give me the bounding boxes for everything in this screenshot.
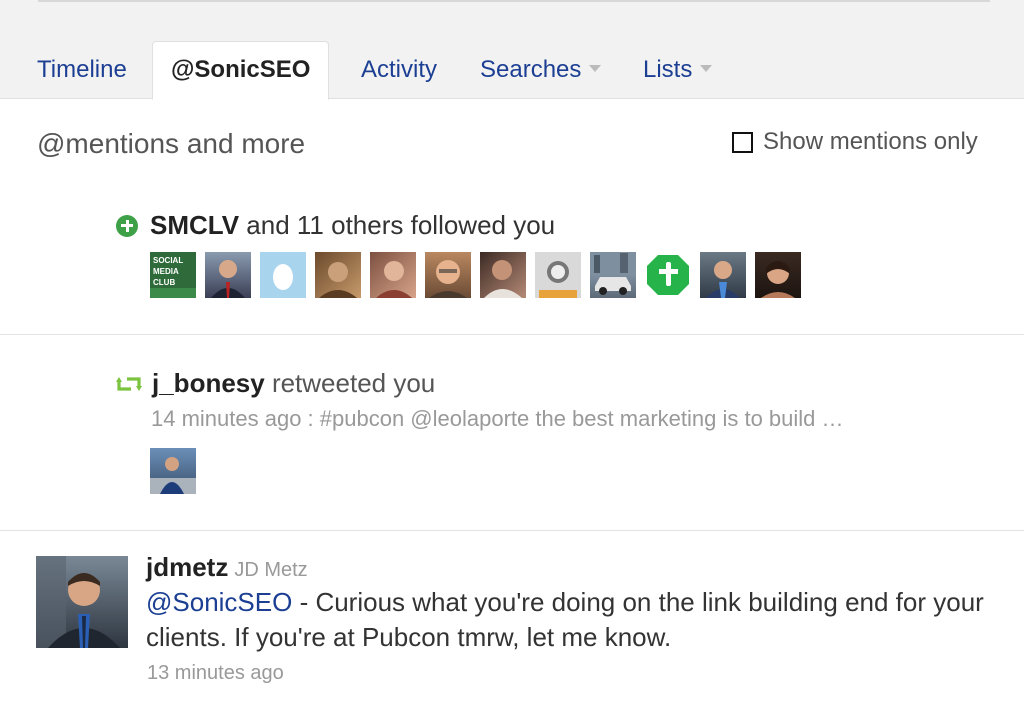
club-logo-line-2: MEDIA [153,267,179,276]
tab-timeline-label: Timeline [37,56,127,83]
tweet-header: jdmetz JD Metz [146,552,308,583]
egg-icon [273,264,293,290]
person-icon [535,252,581,298]
retweet-message: retweeted you [264,368,436,398]
person-icon [211,260,245,298]
follow-notice: SMCLV and 11 others followed you [116,210,555,241]
green-t-logo-icon [647,255,689,295]
tab-mentions-label: @SonicSEO [171,56,311,83]
tweet-fullname: JD Metz [234,559,308,581]
retweeter-avatar[interactable] [150,448,196,494]
person-icon [376,261,412,298]
tab-searches[interactable]: Searches [480,42,602,98]
club-logo-line-1: SOCIAL [153,256,183,265]
club-logo-line-3: CLUB [153,278,175,287]
avatar[interactable] [205,252,251,298]
avatar[interactable] [700,252,746,298]
plus-circle-icon [116,214,138,237]
retweet-text: j_bonesy retweeted you [152,368,435,399]
top-divider [38,0,990,2]
avatar[interactable] [535,252,581,298]
avatar[interactable] [645,252,691,298]
divider [0,334,1024,335]
tab-mentions[interactable]: @SonicSEO [152,41,330,100]
chevron-down-icon [700,65,713,73]
avatar[interactable] [370,252,416,298]
follower-avatars: SOCIAL MEDIA CLUB [150,252,810,298]
tab-searches-label: Searches [480,56,582,83]
mention-link[interactable]: @SonicSEO [146,587,292,617]
retweet-notice: j_bonesy retweeted you [116,368,435,399]
tab-activity-label: Activity [361,56,438,83]
tab-lists-label: Lists [643,56,693,83]
avatar[interactable] [315,252,361,298]
avatar[interactable] [425,252,471,298]
chevron-down-icon [589,65,602,73]
person-icon [706,261,740,298]
person-icon [761,261,795,298]
social-media-club-logo: SOCIAL MEDIA CLUB [150,252,196,298]
checkbox[interactable] [732,131,753,153]
follower-username[interactable]: SMCLV [150,210,239,240]
person-icon [319,262,357,298]
follow-message: and 11 others followed you [239,210,556,240]
tab-bar: Timeline @SonicSEO Activity Searches Lis… [0,0,1024,100]
tab-lists[interactable]: Lists [643,42,713,98]
avatar[interactable] [755,252,801,298]
retweet-meta[interactable]: 14 minutes ago : #pubcon @leolaporte the… [151,406,844,432]
show-mentions-only-toggle[interactable]: Show mentions only [732,128,978,156]
person-icon [36,556,128,648]
person-icon [484,260,522,298]
tweet-text: @SonicSEO - Curious what you're doing on… [146,585,1006,655]
tab-activity[interactable]: Activity [361,42,437,98]
retweeter-username[interactable]: j_bonesy [152,368,265,398]
follow-text: SMCLV and 11 others followed you [150,210,555,241]
tweet-timestamp[interactable]: 13 minutes ago [147,662,284,685]
person-icon [429,260,467,298]
tab-timeline[interactable]: Timeline [37,42,127,98]
car-icon [590,252,636,295]
section-title: @mentions and more [37,128,306,159]
avatar[interactable] [590,252,636,298]
avatar[interactable]: SOCIAL MEDIA CLUB [150,252,196,298]
avatar[interactable] [260,252,306,298]
tweet-author-avatar[interactable] [36,556,128,648]
divider [0,530,1024,531]
avatar[interactable] [480,252,526,298]
person-icon [150,457,196,494]
toggle-label: Show mentions only [763,128,978,155]
tweet-username[interactable]: jdmetz [146,552,228,582]
retweet-icon [116,376,142,391]
